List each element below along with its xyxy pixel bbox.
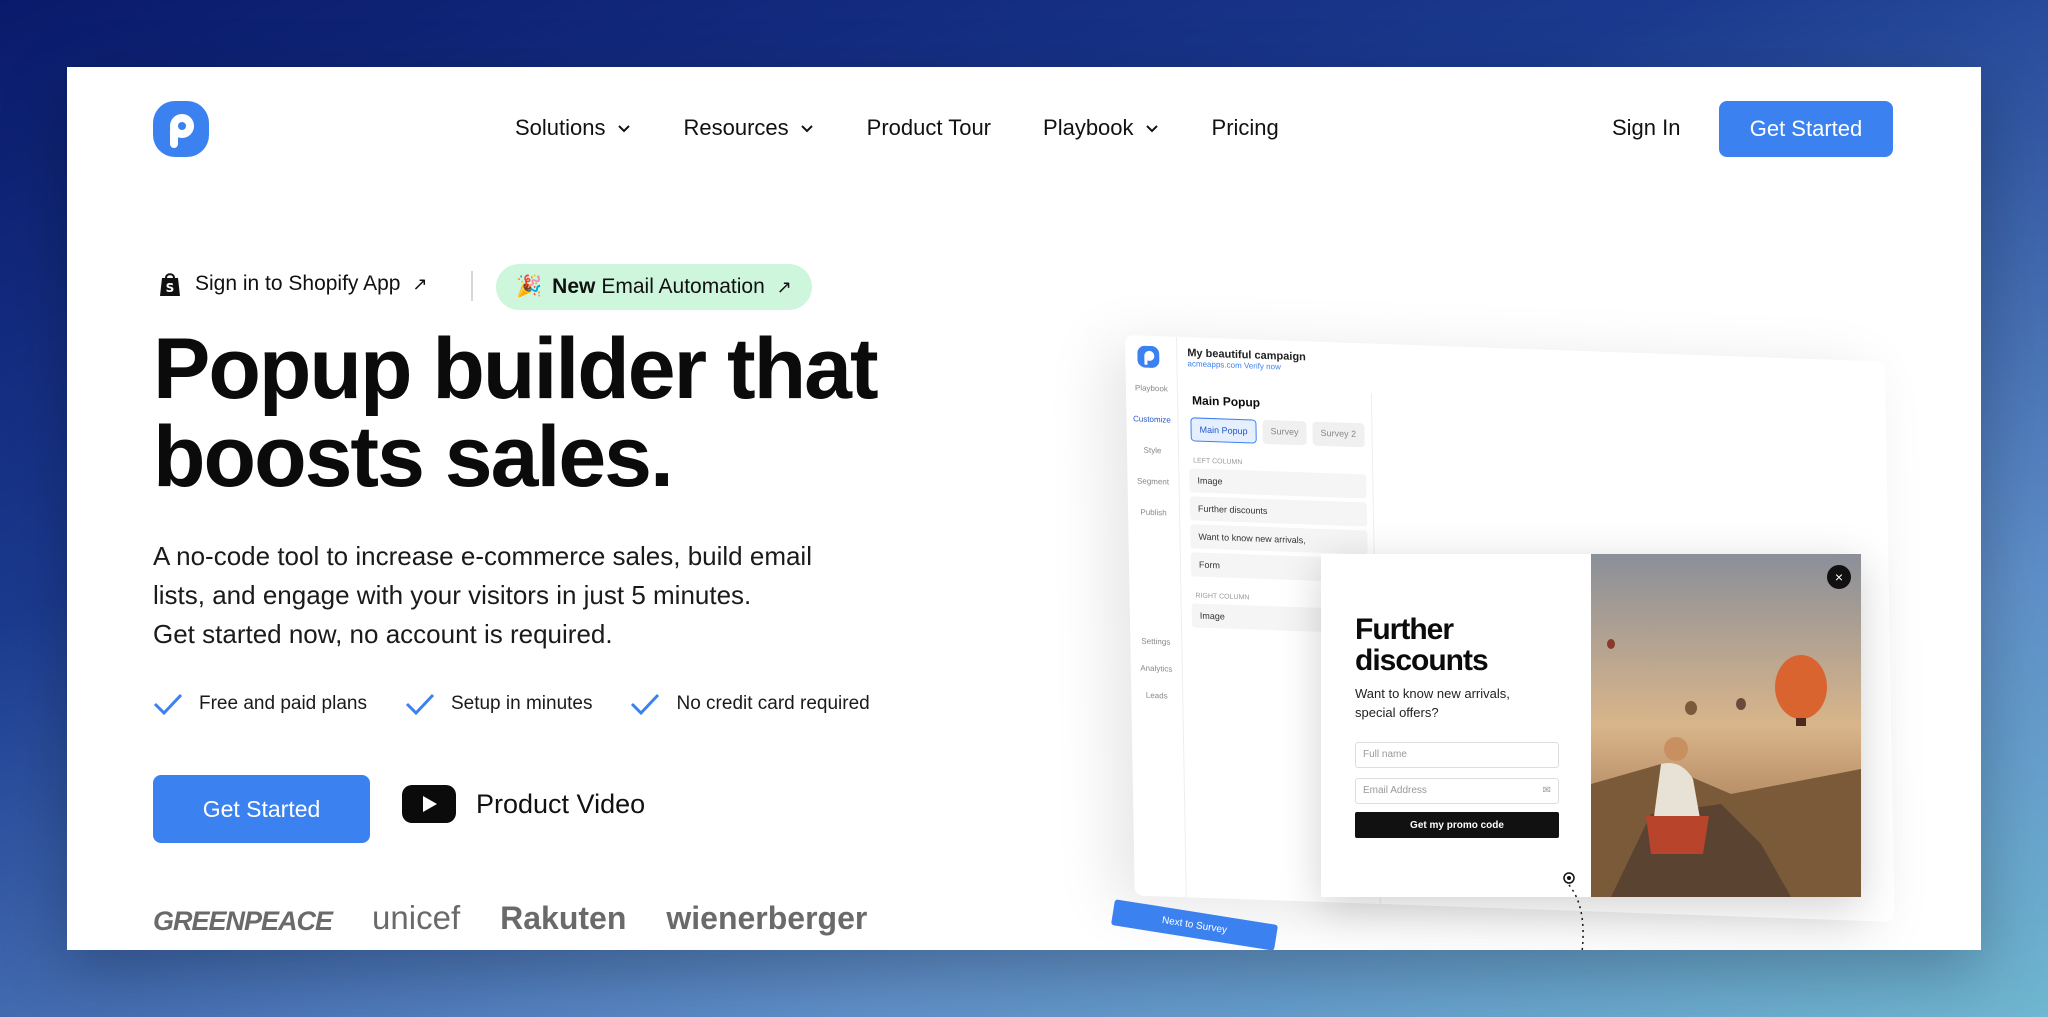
mockup-campaign: My beautiful campaign acmeapps.com Verif… [1187,347,1306,372]
browser-window: Solutions Resources Product Tour Playboo… [67,67,1981,950]
hero-subtitle: A no-code tool to increase e-commerce sa… [153,537,913,654]
new-feature-pill[interactable]: 🎉 New Email Automation ↗ [496,264,812,310]
popup-content: Further discounts Want to know new arriv… [1321,554,1591,897]
cursor-trail-icon [1563,872,1584,950]
external-arrow-icon: ↗ [776,276,792,297]
popup-text-line-2: special offers? [1355,705,1439,720]
popup-text: Want to know new arrivals, special offer… [1355,684,1559,722]
checkmark-icon [405,693,435,716]
check-item: Setup in minutes [405,692,593,716]
nav-get-started-button[interactable]: Get Started [1719,101,1893,157]
mockup-tab: Survey [1262,419,1307,446]
shopify-signin-link[interactable]: S Sign in to Shopify App ↗ [157,270,428,298]
main-nav: Solutions Resources Product Tour Playboo… [515,115,1331,141]
rail-item: Publish [1140,507,1167,518]
shopify-bag-icon: S [160,273,180,296]
mockup-rail: Playbook Customize Style Segment Publish… [1125,335,1187,898]
mockup-tabs: Main Popup Survey Survey 2 [1190,417,1371,448]
rail-item: Segment [1136,476,1170,487]
nav-solutions-label: Solutions [515,115,606,140]
check-item: Free and paid plans [153,692,367,716]
svg-text:S: S [166,281,175,295]
mockup-next-button: Next to Survey [1110,899,1279,950]
nav-playbook-label: Playbook [1043,115,1134,140]
fullname-placeholder: Full name [1363,749,1407,760]
product-video-label: Product Video [476,788,646,819]
checkmark-icon [631,693,660,716]
unicef-logo: unicef [372,899,461,936]
shopify-signin-label: Sign in to Shopify App [195,272,401,295]
brand-logo-icon[interactable] [153,101,209,157]
brand-logo-icon [1137,345,1160,368]
check-label: Free and paid plans [199,693,367,714]
external-arrow-icon: ↗ [412,273,428,294]
rakuten-logo: Rakuten [500,900,627,936]
hero-sub-line-1: A no-code tool to increase e-commerce sa… [153,541,812,571]
nav-product-tour[interactable]: Product Tour [867,115,991,141]
rail-item: Leads [1145,690,1168,701]
checkmark-icon [153,693,183,716]
popup-image: × [1591,554,1861,897]
mockup-tab: Survey 2 [1312,421,1365,448]
hero-sub-line-2: lists, and engage with your visitors in … [153,580,752,610]
mockup-row: Image [1189,468,1367,499]
divider [471,271,473,301]
popup-fullname-field: Full name [1355,742,1559,768]
nav-resources-label: Resources [683,115,789,140]
hero-get-started-button[interactable]: Get Started [153,775,370,843]
rail-item: Customize [1132,414,1171,425]
popup-title-line-1: Further [1355,613,1454,646]
chevron-down-icon [617,125,630,133]
nav-solutions[interactable]: Solutions [515,115,632,141]
balloon-landscape-image [1591,554,1861,897]
greenpeace-logo: GREENPEACE [153,906,333,936]
nav-product-tour-label: Product Tour [866,115,992,140]
sign-in-link[interactable]: Sign In [1612,115,1681,141]
wienerberger-logo: wienerberger [666,900,868,936]
nav-resources[interactable]: Resources [684,115,815,141]
popup-text-line-1: Want to know new arrivals, [1355,686,1510,701]
pill-new-label: New [552,275,596,298]
mockup-row: Want to know new arrivals, [1190,524,1368,555]
popup-preview: Further discounts Want to know new arriv… [1321,554,1861,897]
product-video-link[interactable]: Product Video [402,785,645,823]
panel-title: Main Popup [1191,393,1261,410]
check-item: No credit card required [630,692,870,716]
hero-sub-line-3: Get started now, no account is required. [153,619,613,649]
mail-icon: ✉ [1542,785,1551,796]
mockup-row: Further discounts [1189,496,1368,527]
email-placeholder: Email Address [1363,785,1427,796]
check-label: No credit card required [676,693,870,714]
feature-checklist: Free and paid plans Setup in minutes No … [153,692,908,716]
check-label: Setup in minutes [450,693,593,714]
nav-pricing-label: Pricing [1211,115,1279,140]
chevron-down-icon [1145,125,1158,133]
popup-title-line-2: discounts [1355,644,1489,677]
chevron-down-icon [800,125,813,133]
rail-item: Settings [1141,636,1171,647]
close-icon: × [1827,565,1851,589]
hero-title-line-1: Popup builder that [153,321,879,417]
customer-logos: GREENPEACE unicef Rakuten wienerberger [153,899,867,937]
rail-item: Playbook [1134,383,1168,394]
popup-email-field: Email Address ✉ [1355,778,1559,804]
nav-playbook[interactable]: Playbook [1043,115,1160,141]
rail-item: Style [1143,445,1162,456]
party-icon: 🎉 [516,275,543,298]
popup-title: Further discounts [1355,614,1559,676]
mockup-tab: Main Popup [1190,417,1257,444]
youtube-play-icon [402,785,456,823]
nav-pricing[interactable]: Pricing [1212,115,1279,141]
rail-item: Analytics [1140,663,1173,674]
popup-promo-button: Get my promo code [1355,812,1559,838]
hero-title-line-2: boosts sales. [153,409,674,505]
hero-title: Popup builder that boosts sales. [153,325,913,501]
pill-text: Email Automation [601,275,765,298]
